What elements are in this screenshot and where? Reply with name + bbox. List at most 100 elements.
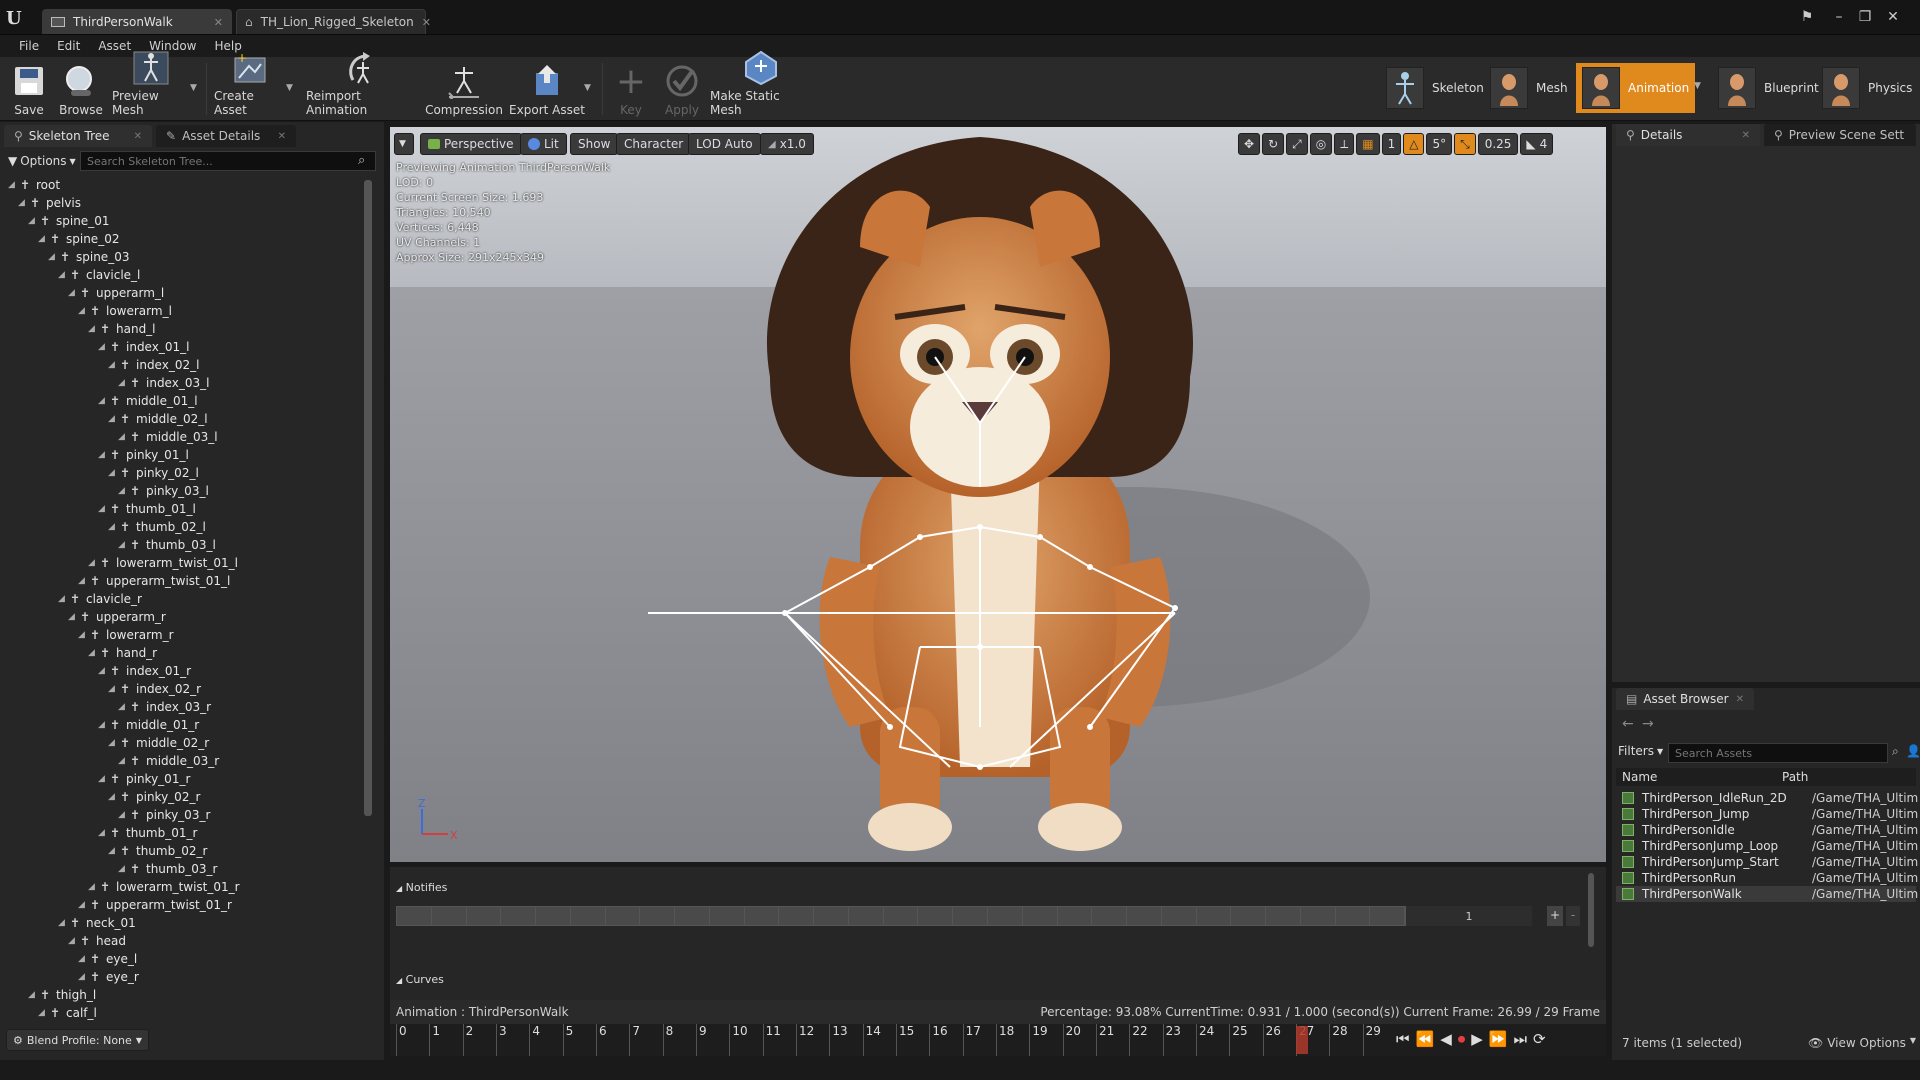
lit-button[interactable]: Lit: [520, 133, 567, 155]
expand-arrow-icon[interactable]: ◢: [118, 540, 128, 550]
add-track-button[interactable]: +: [1547, 906, 1563, 926]
close-icon[interactable]: ✕: [422, 16, 431, 29]
expand-arrow-icon[interactable]: ◢: [118, 864, 128, 874]
mode-mesh-button[interactable]: Mesh: [1484, 63, 1574, 113]
notify-cell[interactable]: [1127, 907, 1162, 925]
expand-arrow-icon[interactable]: ◢: [78, 306, 88, 316]
bone-row[interactable]: ◢ ✝ spine_03: [48, 248, 129, 266]
bone-row[interactable]: ◢ ✝ thumb_02_r: [108, 842, 207, 860]
expand-arrow-icon[interactable]: ◢: [118, 702, 128, 712]
tab-asset-browser[interactable]: ▤ Asset Browser ✕: [1616, 688, 1754, 710]
expand-arrow-icon[interactable]: ◢: [78, 576, 88, 586]
expand-arrow-icon[interactable]: ◢: [88, 882, 98, 892]
expand-arrow-icon[interactable]: ◢: [108, 468, 118, 478]
record-icon[interactable]: ⏺: [1458, 1030, 1466, 1048]
expand-arrow-icon[interactable]: ◢: [98, 342, 108, 352]
bone-row[interactable]: ◢ ✝ lowerarm_twist_01_l: [88, 554, 238, 572]
mode-skeleton-button[interactable]: Skeleton: [1380, 63, 1490, 113]
expand-arrow-icon[interactable]: ◢: [78, 900, 88, 910]
asset-row[interactable]: ThirdPerson_Jump/Game/THA_Ultim: [1616, 806, 1918, 822]
expand-arrow-icon[interactable]: ◢: [98, 396, 108, 406]
bone-row[interactable]: ◢ ✝ hand_l: [88, 320, 156, 338]
bone-row[interactable]: ◢ ✝ thumb_02_l: [108, 518, 206, 536]
notify-cell[interactable]: [744, 907, 780, 925]
bone-row[interactable]: ◢ ✝ index_02_r: [108, 680, 201, 698]
close-icon[interactable]: ✕: [134, 131, 142, 142]
rotation-snap-value[interactable]: 5°: [1426, 133, 1453, 155]
bone-row[interactable]: ◢ ✝ spine_02: [38, 230, 119, 248]
notify-cell[interactable]: [397, 907, 432, 925]
playhead[interactable]: [1295, 1026, 1308, 1054]
bone-row[interactable]: ◢ ✝ lowerarm_r: [78, 626, 174, 644]
asset-row[interactable]: ThirdPersonJump_Loop/Game/THA_Ultim: [1616, 838, 1918, 854]
asset-row[interactable]: ThirdPerson_IdleRun_2D/Game/THA_Ultim: [1616, 790, 1918, 806]
bone-row[interactable]: ◢ ✝ spine_01: [28, 212, 109, 230]
bone-row[interactable]: ◢ ✝ thumb_03_r: [118, 860, 217, 878]
scale-snap-value[interactable]: 0.25: [1477, 133, 1519, 155]
show-button[interactable]: Show: [570, 133, 619, 155]
expand-arrow-icon[interactable]: ◢: [118, 756, 128, 766]
bone-row[interactable]: ◢ ✝ neck_01: [58, 914, 136, 932]
expand-arrow-icon[interactable]: ◢: [68, 612, 78, 622]
expand-arrow-icon[interactable]: ◢: [98, 450, 108, 460]
expand-arrow-icon[interactable]: ◢: [108, 522, 118, 532]
bone-row[interactable]: ◢ ✝ upperarm_l: [68, 284, 164, 302]
bone-row[interactable]: ◢ ✝ index_03_r: [118, 698, 211, 716]
notifies-header[interactable]: ◢ Notifies: [396, 881, 447, 894]
bone-row[interactable]: ◢ ✝ middle_02_l: [108, 410, 208, 428]
world-local-icon[interactable]: ◎: [1309, 133, 1333, 155]
scale-snap-icon[interactable]: ⤡: [1454, 133, 1476, 155]
browse-button[interactable]: Browse: [58, 59, 104, 119]
bone-row[interactable]: ◢ ✝ index_01_r: [98, 662, 191, 680]
apply-button[interactable]: Apply: [660, 59, 704, 119]
skeleton-search-input[interactable]: [80, 151, 376, 171]
expand-arrow-icon[interactable]: ◢: [108, 738, 118, 748]
asset-row[interactable]: ThirdPersonJump_Start/Game/THA_Ultim: [1616, 854, 1918, 870]
tab-preview-scene-settings[interactable]: ⚲ Preview Scene Sett: [1764, 124, 1916, 146]
expand-arrow-icon[interactable]: ◢: [108, 684, 118, 694]
previous-frame-icon[interactable]: ⏪: [1416, 1030, 1435, 1048]
notify-cell[interactable]: [675, 907, 710, 925]
bone-row[interactable]: ◢ ✝ pinky_03_l: [118, 482, 209, 500]
notify-cell[interactable]: [1196, 907, 1232, 925]
notify-cell[interactable]: [918, 907, 954, 925]
expand-arrow-icon[interactable]: ◢: [38, 234, 48, 244]
bone-row[interactable]: ◢ ✝ pinky_02_r: [108, 788, 200, 806]
bone-row[interactable]: ◢ ✝ head: [68, 932, 126, 950]
asset-row[interactable]: ThirdPersonWalk/Game/THA_Ultim: [1616, 886, 1918, 902]
grid-snap-icon[interactable]: ▦: [1356, 133, 1380, 155]
perspective-button[interactable]: Perspective: [420, 133, 522, 155]
bone-row[interactable]: ◢ ✝ calf_l: [38, 1004, 97, 1022]
menu-file[interactable]: File: [10, 39, 48, 53]
bone-row[interactable]: ◢ ✝ lowerarm_twist_01_r: [88, 878, 240, 896]
expand-arrow-icon[interactable]: ◢: [108, 414, 118, 424]
make-static-mesh-button[interactable]: Make Static Mesh: [710, 50, 812, 119]
preview-mesh-button[interactable]: Preview Mesh: [112, 51, 190, 119]
bone-row[interactable]: ◢ ✝ clavicle_l: [58, 266, 140, 284]
curves-header[interactable]: ◢ Curves: [396, 973, 444, 986]
bone-row[interactable]: ◢ ✝ clavicle_r: [58, 590, 142, 608]
compression-button[interactable]: Compression: [425, 59, 503, 119]
close-window-button[interactable]: ✕: [1882, 8, 1904, 26]
expand-arrow-icon[interactable]: ◢: [118, 486, 128, 496]
bone-row[interactable]: ◢ ✝ index_03_l: [118, 374, 209, 392]
bone-row[interactable]: ◢ ✝ upperarm_r: [68, 608, 166, 626]
bone-row[interactable]: ◢ ✝ thigh_l: [28, 986, 96, 1004]
expand-arrow-icon[interactable]: ◢: [98, 774, 108, 784]
expand-arrow-icon[interactable]: ◢: [88, 648, 98, 658]
notify-cell[interactable]: [1266, 907, 1301, 925]
export-asset-button[interactable]: Export Asset: [508, 59, 586, 119]
preview-mesh-dropdown-icon[interactable]: ▼: [190, 83, 200, 93]
expand-arrow-icon[interactable]: ◢: [8, 180, 18, 190]
bone-row[interactable]: ◢ ✝ thumb_03_l: [118, 536, 216, 554]
remove-track-button[interactable]: -: [1566, 906, 1580, 926]
camera-speed-button[interactable]: ◣ 4: [1520, 133, 1554, 155]
close-icon[interactable]: ✕: [1742, 130, 1750, 141]
notify-cell[interactable]: [1057, 907, 1093, 925]
notify-cell[interactable]: [1022, 907, 1058, 925]
notify-cell[interactable]: [501, 907, 537, 925]
expand-arrow-icon[interactable]: ◢: [78, 630, 88, 640]
bone-row[interactable]: ◢ ✝ pelvis: [18, 194, 81, 212]
bone-row[interactable]: ◢ ✝ index_01_l: [98, 338, 189, 356]
play-reverse-icon[interactable]: ◀: [1440, 1030, 1452, 1048]
